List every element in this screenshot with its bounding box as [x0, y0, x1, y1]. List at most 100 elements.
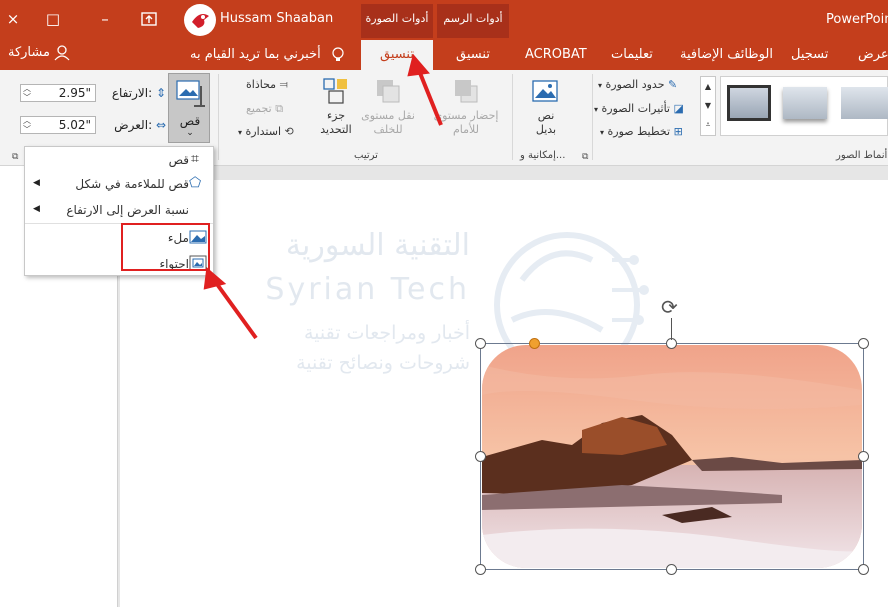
resize-handle-top-left[interactable] [475, 338, 486, 349]
title-bar: × □ – Hussam Shaaban أدوات الصورة أدوات … [0, 0, 888, 40]
picture-layout-button[interactable]: ▾ تخطيط صورة ⊞ [600, 125, 683, 138]
effects-icon: ◪ [673, 102, 684, 115]
bring-forward-icon [455, 80, 478, 103]
tab-format-drawing[interactable]: تنسيق [437, 40, 509, 70]
group-button[interactable]: تجميع ⧉ [246, 102, 283, 116]
group-separator [512, 74, 513, 160]
picture-effects-label: تأثيرات الصورة [601, 102, 670, 115]
send-backward-label-1: نقل مستوى [361, 109, 415, 122]
rotate-handle-stem [671, 318, 672, 340]
height-spinner[interactable]: ︿ ﹀ [23, 84, 31, 102]
selection-pane-label-2: التحديد [320, 123, 352, 136]
alt-text-button[interactable]: نص بديل [524, 76, 568, 148]
share-label: مشاركة [8, 45, 50, 60]
adjust-handle[interactable] [529, 338, 540, 349]
chevron-down-icon: ⌄ [186, 128, 194, 138]
arrange-group-label: ترتيب [354, 150, 378, 161]
group-objects-icon: ⧉ [275, 102, 284, 115]
width-field[interactable]: 5.02" ︿ ﹀ [20, 116, 96, 134]
bring-forward-button[interactable]: إحضار مستوى للأمام [428, 76, 504, 154]
close-icon[interactable]: × [0, 5, 26, 33]
restore-icon[interactable]: – [92, 5, 118, 33]
height-value: 2.95" [58, 86, 91, 100]
align-label: محاذاة [246, 78, 277, 91]
group-separator [218, 74, 219, 160]
resize-handle-top-right[interactable] [858, 338, 869, 349]
send-backward-label-2: للخلف [373, 123, 403, 136]
style-thumb-1[interactable] [727, 85, 771, 121]
share-button[interactable]: مشاركة [8, 40, 72, 70]
tab-format-picture[interactable]: تنسيق [361, 40, 433, 70]
picture-styles-group-label: أنماط الصور [836, 150, 888, 161]
resize-handle-bottom-right[interactable] [858, 564, 869, 575]
rotate-handle-icon[interactable]: ⟳ [661, 297, 678, 317]
accessibility-group-label: إمكانية و... [520, 150, 566, 161]
minimize-icon[interactable]: □ [40, 5, 66, 33]
tab-record[interactable]: تسجيل [791, 40, 828, 70]
crop-label: قص [179, 114, 201, 128]
user-name: Hussam Shaaban [220, 11, 334, 26]
bring-forward-label-2: للأمام [453, 123, 479, 136]
app-title: PowerPoin [826, 12, 888, 27]
tab-addins[interactable]: الوظائف الإضافية [680, 40, 773, 70]
menu-crop-to-shape-label: قص للملاءمة في شكل [75, 177, 189, 191]
menu-crop-label: قص [168, 153, 189, 167]
selection-pane-icon [323, 78, 347, 104]
tab-help[interactable]: تعليمات [611, 40, 653, 70]
ctx-group-drawing-tools: أدوات الرسم [437, 4, 509, 38]
watermark-arabic-title: التقنية السورية [285, 228, 470, 263]
height-field[interactable]: 2.95" ︿ ﹀ [20, 84, 96, 102]
rotate-label: استدارة [245, 125, 282, 138]
group-label: تجميع [246, 102, 272, 115]
alt-text-label-1: نص [537, 109, 555, 122]
avatar[interactable] [184, 4, 216, 36]
style-thumb-3[interactable] [841, 87, 888, 119]
picture-effects-button[interactable]: ▾ تأثيرات الصورة ◪ [594, 102, 684, 115]
crop-icon: ⌗ [191, 151, 199, 167]
resize-handle-bottom-left[interactable] [475, 564, 486, 575]
styles-gallery-scroll[interactable]: ▲ ▼ ⩡ [700, 76, 716, 136]
crop-button[interactable]: قص ⌄ [168, 73, 210, 143]
send-backward-button[interactable]: نقل مستوى للخلف [358, 76, 418, 154]
size-dialog-launcher-icon[interactable]: ⧉ [12, 152, 18, 162]
tab-acrobat[interactable]: ACROBAT [525, 40, 587, 70]
beach-sunset-picture[interactable] [482, 345, 862, 568]
pen-icon: ✎ [668, 78, 678, 91]
menu-item-aspect-ratio[interactable]: نسبة العرض إلى الارتفاع [66, 203, 189, 217]
menu-item-crop[interactable]: قص [169, 153, 189, 167]
ribbon-display-icon[interactable] [136, 5, 162, 33]
rotate-button[interactable]: ▾ استدارة ⟲ [238, 125, 294, 138]
shape-icon: ⬠ [189, 175, 202, 191]
tell-me-box[interactable]: أخبرني بما تريد القيام به [190, 40, 345, 70]
add-person-icon [54, 44, 70, 60]
width-spinner[interactable]: ︿ ﹀ [23, 116, 31, 134]
alt-text-icon [532, 80, 558, 102]
selection-pane-button[interactable]: جزء التحديد [316, 76, 356, 154]
watermark-line-2: شروحات ونصائح تقنية [296, 352, 470, 374]
rotate-icon: ⟲ [284, 125, 294, 138]
menu-item-crop-to-shape[interactable]: قص للملاءمة في شكل [75, 177, 189, 191]
align-button[interactable]: محاذاة ⫤ [246, 78, 288, 92]
crop-picture-icon [176, 80, 205, 107]
tab-view[interactable]: عرض [858, 40, 888, 70]
style-thumb-2[interactable] [783, 87, 827, 119]
alt-text-label-2: بديل [535, 123, 557, 136]
resize-handle-bottom[interactable] [666, 564, 677, 575]
picture-layout-label: تخطيط صورة [607, 125, 671, 138]
menu-aspect-ratio-label: نسبة العرض إلى الارتفاع [66, 203, 189, 217]
width-value: 5.02" [58, 118, 91, 132]
submenu-arrow-icon: ◀ [33, 178, 40, 188]
picture-border-button[interactable]: ▾ حدود الصورة ✎ [598, 78, 677, 91]
align-icon: ⫤ [279, 78, 288, 91]
layout-icon: ⊞ [673, 125, 683, 138]
height-icon: ⇕ [155, 86, 166, 100]
styles-gallery [720, 76, 888, 136]
bring-forward-label-1: إحضار مستوى [433, 109, 499, 122]
watermark-english-title: Syrian Tech [265, 272, 470, 307]
picture-border-label: حدود الصورة [605, 78, 665, 91]
ctx-group-picture-tools: أدوات الصورة [361, 4, 433, 38]
arrange-dialog-launcher-icon[interactable]: ⧉ [582, 152, 588, 162]
resize-handle-left[interactable] [475, 451, 486, 462]
resize-handle-right[interactable] [858, 451, 869, 462]
selection-pane-label-1: جزء [326, 109, 346, 122]
